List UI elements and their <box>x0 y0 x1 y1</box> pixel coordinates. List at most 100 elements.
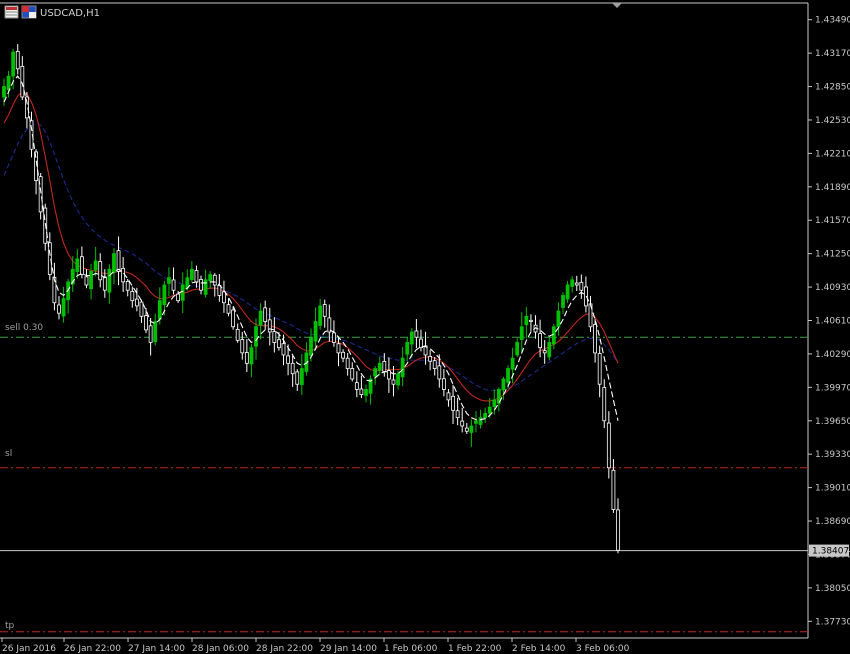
candle-body <box>222 291 226 304</box>
candle-body <box>405 342 410 355</box>
x-tick-label: 3 Feb 06:00 <box>576 644 630 654</box>
y-tick-label: 1.43490 <box>815 16 850 26</box>
y-tick-label: 1.42850 <box>815 83 850 93</box>
candle-body <box>501 378 506 391</box>
candle-body <box>579 281 584 291</box>
candle-body <box>231 309 236 328</box>
candle-body <box>299 368 304 385</box>
candle-body <box>414 330 419 338</box>
candle-body <box>112 253 116 273</box>
candle-body <box>134 298 139 307</box>
candle-body <box>332 332 336 343</box>
candle-body <box>98 261 103 281</box>
candle-body <box>460 420 465 427</box>
candle-body <box>616 509 620 551</box>
candle-body <box>313 321 318 342</box>
stop-loss-label: sl <box>5 449 12 459</box>
candle-body <box>244 352 249 364</box>
x-tick-label: 1 Feb 06:00 <box>384 644 438 654</box>
candle-body <box>203 279 208 295</box>
candle-body <box>93 260 98 271</box>
y-tick-label: 1.38050 <box>815 584 850 594</box>
candle-body <box>561 295 565 308</box>
candle-body <box>391 379 396 385</box>
candle-body <box>15 50 20 70</box>
candle-body <box>542 350 547 354</box>
candle-body <box>176 293 181 302</box>
candle-body <box>212 274 217 286</box>
y-tick-label: 1.41570 <box>815 216 850 226</box>
y-tick-label: 1.40610 <box>815 317 850 327</box>
candle-body <box>79 256 84 275</box>
candle-body <box>432 360 437 369</box>
flag-icon <box>21 5 37 19</box>
candle-body <box>199 279 203 291</box>
y-tick-label: 1.37730 <box>815 617 850 627</box>
candle-body <box>547 342 552 358</box>
candle-body <box>446 392 451 401</box>
x-tick-label: 28 Jan 06:00 <box>192 644 249 654</box>
candle-body <box>322 304 327 317</box>
candle-body <box>249 347 254 365</box>
candle-body <box>272 331 277 343</box>
candle-body <box>125 281 130 291</box>
candle-body <box>483 413 488 419</box>
candle-body <box>428 355 433 362</box>
candle-body <box>455 410 460 419</box>
current-price-tag: 1.38407 <box>809 544 849 557</box>
candle-body <box>290 362 295 375</box>
chart-window-icon <box>4 5 19 19</box>
candle-body <box>478 417 483 425</box>
candle-body <box>6 75 11 91</box>
candle-body <box>359 388 364 396</box>
sell-order-label: sell 0.30 <box>5 323 43 333</box>
candle-body <box>400 357 405 378</box>
candle-body <box>295 371 300 385</box>
candle-body <box>318 305 323 326</box>
candle-body <box>309 336 313 356</box>
candle-body <box>492 399 497 407</box>
x-tick-label: 26 Jan 2016 <box>2 644 56 654</box>
candle-body <box>345 357 350 369</box>
chart-background <box>0 0 850 654</box>
candle-body <box>474 420 478 424</box>
take-profit-label: tp <box>5 621 15 631</box>
candle-body <box>194 270 199 283</box>
candle-body <box>208 274 213 281</box>
candle-body <box>487 406 492 414</box>
x-tick-label: 1 Feb 22:00 <box>448 644 502 654</box>
y-tick-label: 1.38690 <box>815 517 850 527</box>
candle-body <box>382 360 387 373</box>
candle-body <box>464 427 469 432</box>
candle-body <box>510 357 515 370</box>
candle-body <box>167 277 171 284</box>
x-tick-label: 2 Feb 14:00 <box>512 644 566 654</box>
candle-body <box>519 326 524 340</box>
candle-body <box>574 282 579 286</box>
candle-body <box>364 389 368 396</box>
candle-body <box>121 268 126 283</box>
candle-body <box>538 333 543 349</box>
y-tick-label: 1.39650 <box>815 417 850 427</box>
candle-body <box>354 382 359 390</box>
y-tick-label: 1.43170 <box>815 49 850 59</box>
candle-body <box>437 365 442 380</box>
candle-body <box>189 268 194 280</box>
candle-body <box>386 370 391 380</box>
y-tick-label: 1.41250 <box>815 250 850 260</box>
candle-body <box>281 343 286 356</box>
candle-body <box>2 86 6 98</box>
candle-body <box>226 304 231 314</box>
candle-body <box>258 310 263 326</box>
candle-body <box>235 328 240 341</box>
candle-body <box>61 298 66 317</box>
candle-body <box>350 368 355 380</box>
candle-body <box>529 319 533 322</box>
price-chart[interactable]: USDCAD,H1 1.43490 1.43170 1.42850 1.42530 1.… <box>0 0 850 654</box>
current-price-value: 1.38407 <box>812 547 849 557</box>
candle-body <box>89 271 93 290</box>
candle-body <box>373 368 378 377</box>
y-tick-label: 1.39010 <box>815 484 850 494</box>
y-tick-label: 1.39970 <box>815 383 850 393</box>
candle-body <box>267 319 272 333</box>
